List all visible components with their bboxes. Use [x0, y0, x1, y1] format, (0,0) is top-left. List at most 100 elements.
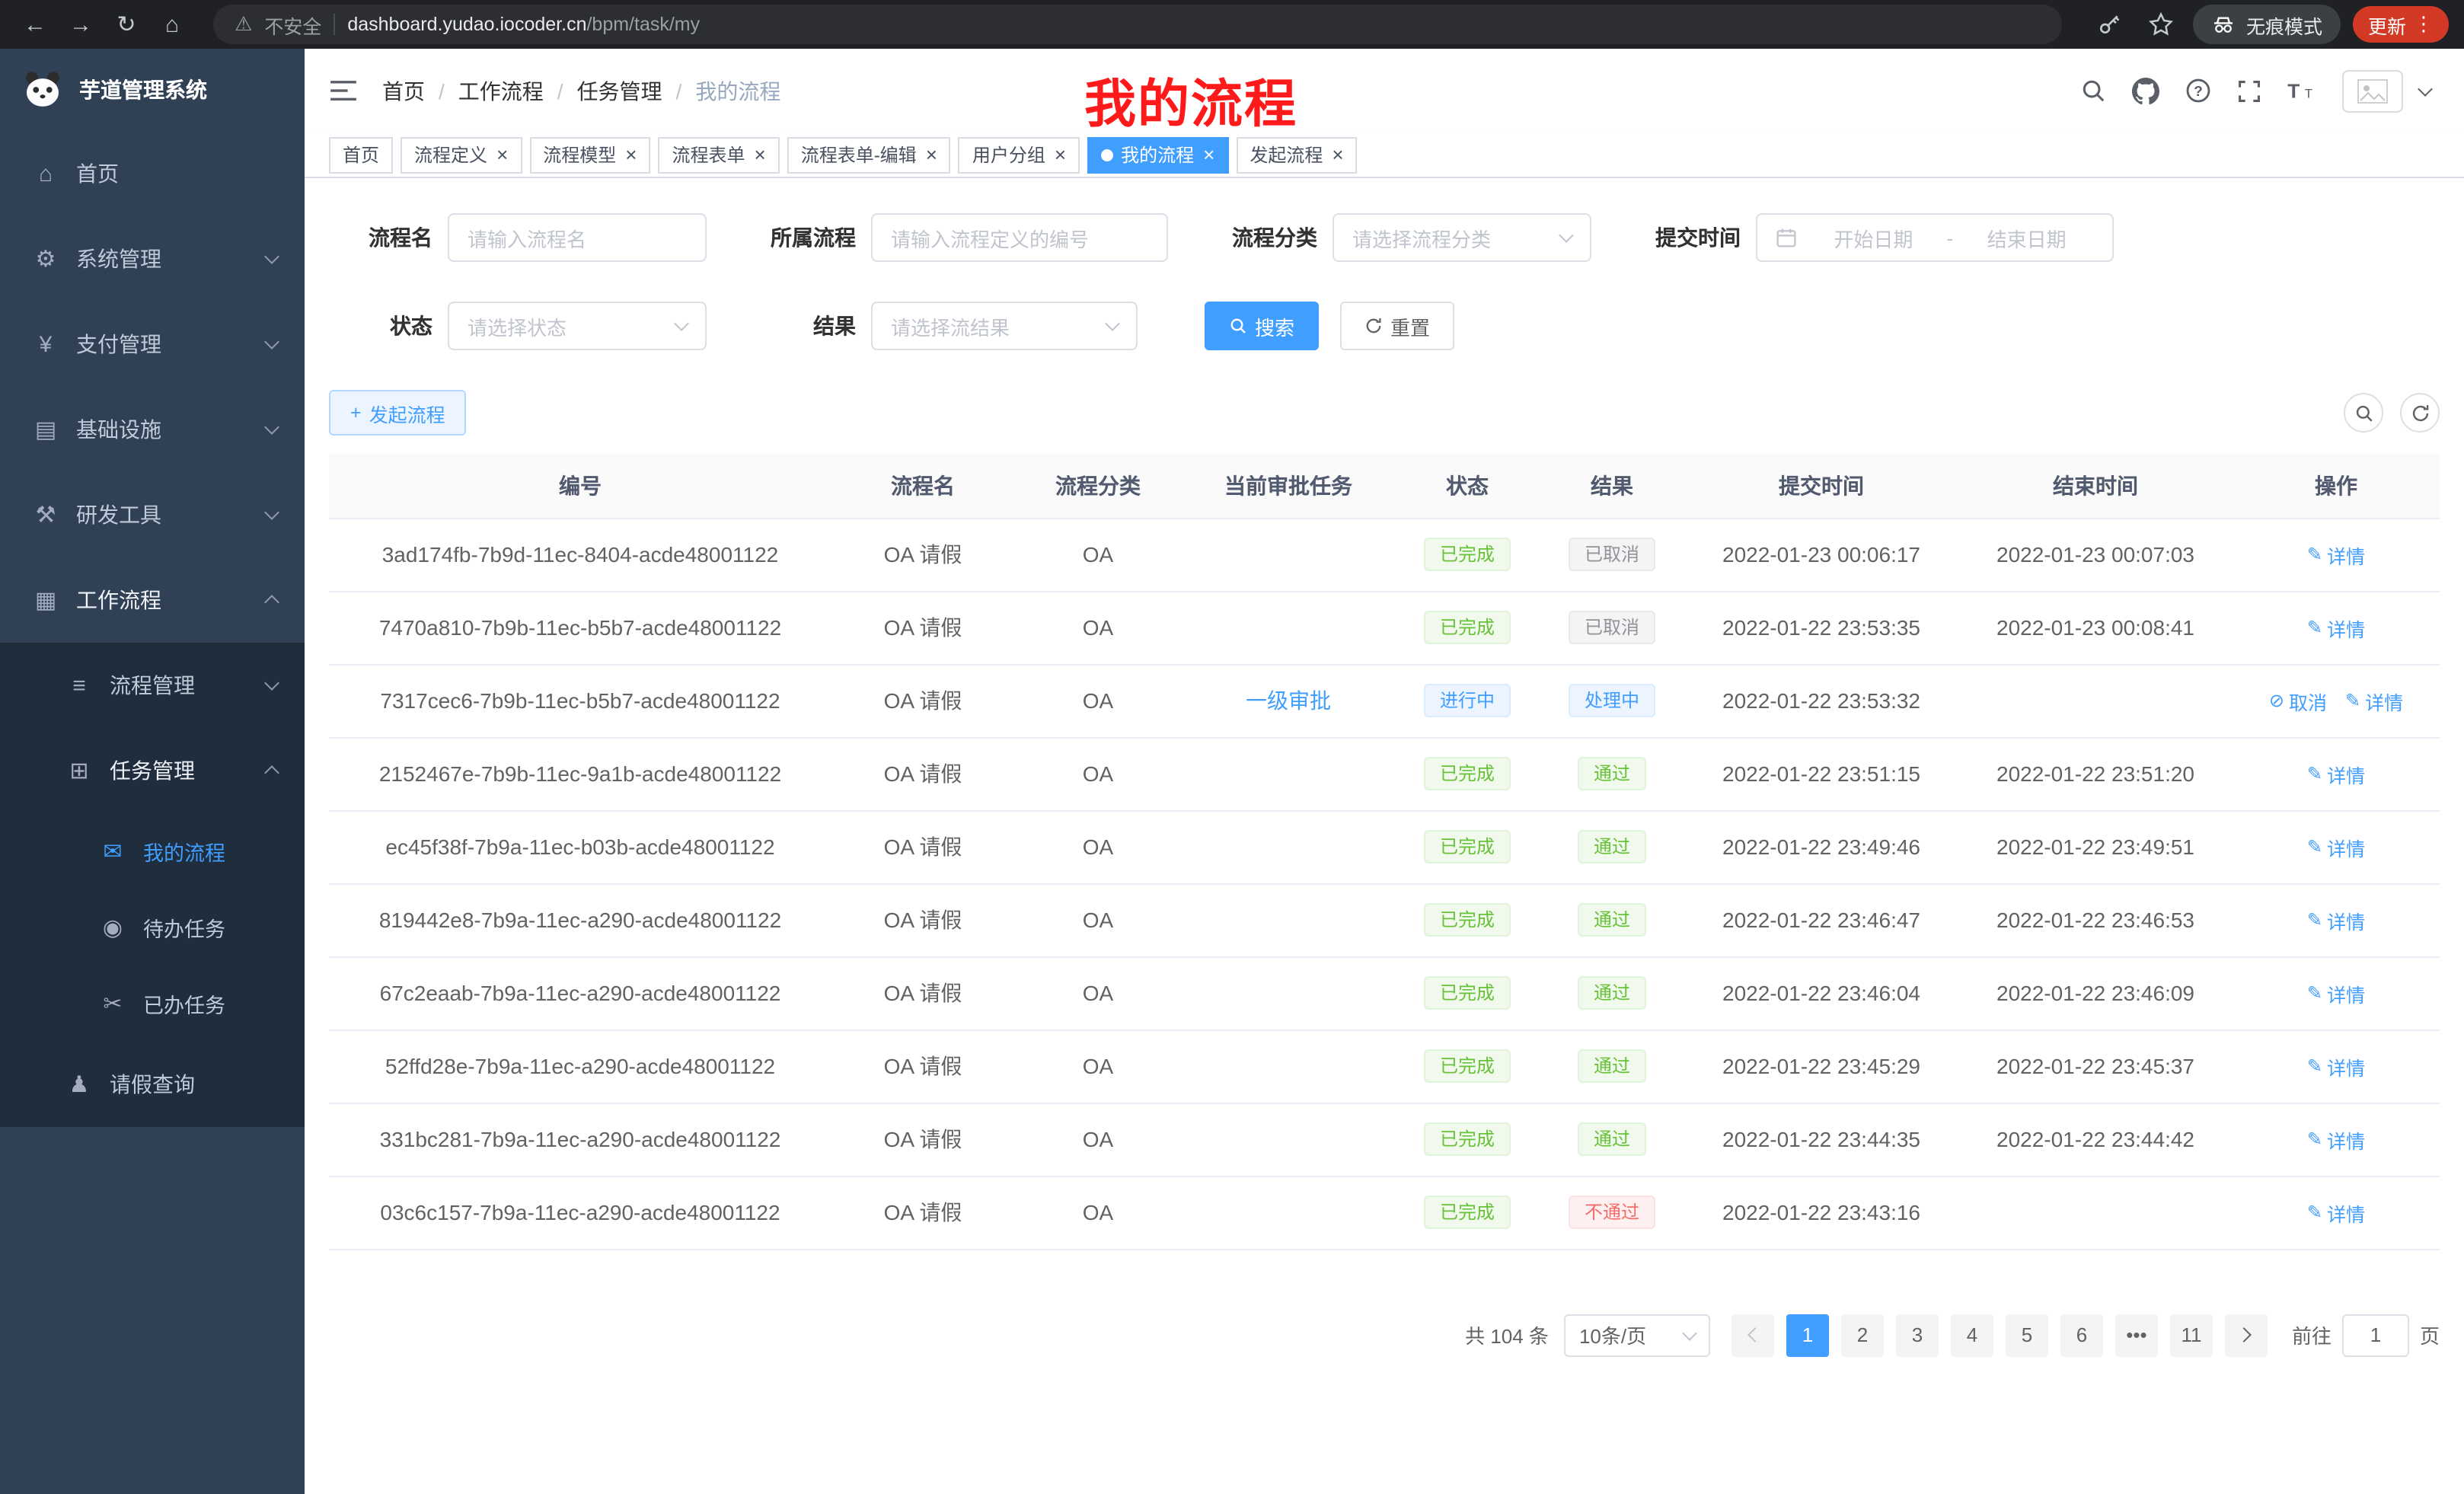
tab-process-form-edit[interactable]: 流程表单-编辑× [787, 136, 951, 173]
detail-button[interactable]: ✎详情 [2307, 1125, 2365, 1154]
app-logo[interactable]: 芋道管理系统 [0, 49, 305, 131]
plus-icon: + [350, 402, 362, 423]
close-tab-icon[interactable]: × [625, 145, 637, 164]
address-bar[interactable]: ⚠ 不安全 dashboard.yudao.iocoder.cn/bpm/tas… [213, 5, 2062, 44]
show-search-button[interactable] [2344, 393, 2383, 433]
cell-status: 已完成 [1395, 1176, 1540, 1249]
create-process-button[interactable]: + 发起流程 [329, 390, 467, 436]
result-tag: 已取消 [1569, 611, 1655, 644]
close-tab-icon[interactable]: × [926, 145, 937, 164]
gear-icon: ⚙ [30, 245, 61, 273]
detail-button[interactable]: ✎详情 [2307, 905, 2365, 934]
page-button[interactable]: 11 [2170, 1314, 2213, 1356]
github-icon[interactable] [2132, 77, 2159, 104]
close-tab-icon[interactable]: × [1055, 145, 1066, 164]
font-size-icon[interactable]: TT [2287, 79, 2316, 102]
sidebar-item-devtools[interactable]: ⚒研发工具 [0, 472, 305, 557]
detail-button[interactable]: ✎详情 [2307, 832, 2365, 861]
page-button[interactable]: 3 [1896, 1314, 1939, 1356]
status-select[interactable]: 请选择状态 [448, 302, 707, 350]
edit-icon: ✎ [2307, 763, 2322, 784]
close-tab-icon[interactable]: × [1203, 145, 1214, 164]
detail-button[interactable]: ✎详情 [2307, 613, 2365, 642]
page-button[interactable]: 6 [2060, 1314, 2103, 1356]
chevron-down-icon[interactable] [2418, 81, 2433, 96]
edit-icon: ✎ [2345, 690, 2360, 711]
goto-unit: 页 [2420, 1320, 2440, 1349]
cell-status: 已完成 [1395, 883, 1540, 956]
sidebar-item-task-management[interactable]: ⊞任务管理 [0, 728, 305, 813]
pagination-ellipsis[interactable]: ••• [2115, 1314, 2158, 1356]
breadcrumb-item[interactable]: 我的流程 [695, 75, 780, 106]
page-button[interactable]: 5 [2006, 1314, 2048, 1356]
result-tag: 通过 [1578, 830, 1645, 864]
update-button[interactable]: 更新 ⋮ [2353, 6, 2449, 43]
sidebar-item-home[interactable]: ⌂首页 [0, 131, 305, 216]
detail-button[interactable]: ✎详情 [2307, 540, 2365, 569]
current-task-link[interactable]: 一级审批 [1246, 688, 1331, 713]
breadcrumb-item[interactable]: 任务管理 [577, 75, 662, 106]
close-tab-icon[interactable]: × [1332, 145, 1343, 164]
close-tab-icon[interactable]: × [496, 145, 508, 164]
detail-button[interactable]: ✎详情 [2307, 1198, 2365, 1227]
detail-button[interactable]: ✎详情 [2307, 978, 2365, 1007]
breadcrumb-separator: / [439, 78, 445, 103]
browser-menu-dots-icon[interactable]: ⋮ [2414, 12, 2434, 37]
goto-page-input[interactable]: 1 [2342, 1314, 2409, 1356]
status-tag: 已完成 [1425, 903, 1510, 937]
category-select[interactable]: 请选择流程分类 [1333, 213, 1591, 262]
page-button[interactable]: 4 [1951, 1314, 1993, 1356]
sidebar-item-my-process[interactable]: ✉我的流程 [0, 813, 305, 889]
search-button[interactable]: 搜索 [1205, 302, 1319, 350]
search-icon[interactable] [2080, 78, 2106, 104]
sidebar-item-done-task[interactable]: ✂已办任务 [0, 966, 305, 1042]
sidebar-item-leave-query[interactable]: ♟请假查询 [0, 1042, 305, 1127]
bookmark-star-icon[interactable] [2141, 5, 2181, 44]
sidebar-toggle-button[interactable] [329, 79, 358, 102]
cancel-button[interactable]: ⊘取消 [2269, 686, 2327, 715]
page-button[interactable]: 1 [1786, 1314, 1829, 1356]
help-icon[interactable]: ? [2185, 78, 2211, 104]
submit-time-range-input[interactable]: 开始日期 - 结束日期 [1756, 213, 2114, 262]
breadcrumb-item[interactable]: 工作流程 [458, 75, 544, 106]
page-button[interactable]: 2 [1841, 1314, 1884, 1356]
reload-icon[interactable]: ↻ [107, 5, 146, 44]
fullscreen-icon[interactable] [2237, 78, 2261, 103]
refresh-table-button[interactable] [2400, 393, 2440, 433]
detail-button[interactable]: ✎详情 [2307, 1052, 2365, 1081]
detail-button[interactable]: ✎详情 [2345, 686, 2403, 715]
close-tab-icon[interactable]: × [755, 145, 766, 164]
sidebar-item-label: 工作流程 [76, 585, 161, 615]
process-name-input[interactable]: 请输入流程名 [448, 213, 707, 262]
back-icon[interactable]: ← [15, 5, 55, 44]
forward-icon[interactable]: → [61, 5, 101, 44]
sidebar-item-workflow[interactable]: ▦工作流程 [0, 557, 305, 643]
tab-process-definition[interactable]: 流程定义× [401, 136, 522, 173]
tab-start-process[interactable]: 发起流程× [1236, 136, 1357, 173]
sidebar-item-infrastructure[interactable]: ▤基础设施 [0, 387, 305, 472]
browser-home-icon[interactable]: ⌂ [152, 5, 192, 44]
next-page-button[interactable] [2225, 1314, 2268, 1356]
edit-icon: ✎ [2307, 909, 2322, 931]
detail-button[interactable]: ✎详情 [2307, 759, 2365, 788]
tab-home[interactable]: 首页 [329, 136, 393, 173]
incognito-label: 无痕模式 [2246, 10, 2322, 39]
breadcrumb-item[interactable]: 首页 [382, 75, 425, 106]
sidebar-item-payment[interactable]: ¥支付管理 [0, 302, 305, 387]
tab-process-model[interactable]: 流程模型× [529, 136, 650, 173]
tab-my-process[interactable]: 我的流程× [1087, 136, 1228, 173]
result-select[interactable]: 请选择流结果 [871, 302, 1138, 350]
sidebar-item-system[interactable]: ⚙系统管理 [0, 216, 305, 302]
sidebar-item-todo-task[interactable]: ◉待办任务 [0, 889, 305, 966]
chevron-down-icon [264, 675, 279, 691]
sidebar-item-process-management[interactable]: ≡流程管理 [0, 643, 305, 728]
avatar[interactable] [2342, 69, 2403, 112]
page-size-select[interactable]: 10条/页 [1564, 1314, 1710, 1356]
prev-page-button[interactable] [1732, 1314, 1774, 1356]
tab-user-group[interactable]: 用户分组× [959, 136, 1080, 173]
tab-process-form[interactable]: 流程表单× [658, 136, 779, 173]
process-id-input[interactable]: 请输入流程定义的编号 [871, 213, 1168, 262]
key-icon[interactable] [2089, 5, 2129, 44]
scissors-icon: ✂ [97, 990, 128, 1017]
reset-button[interactable]: 重置 [1340, 302, 1454, 350]
